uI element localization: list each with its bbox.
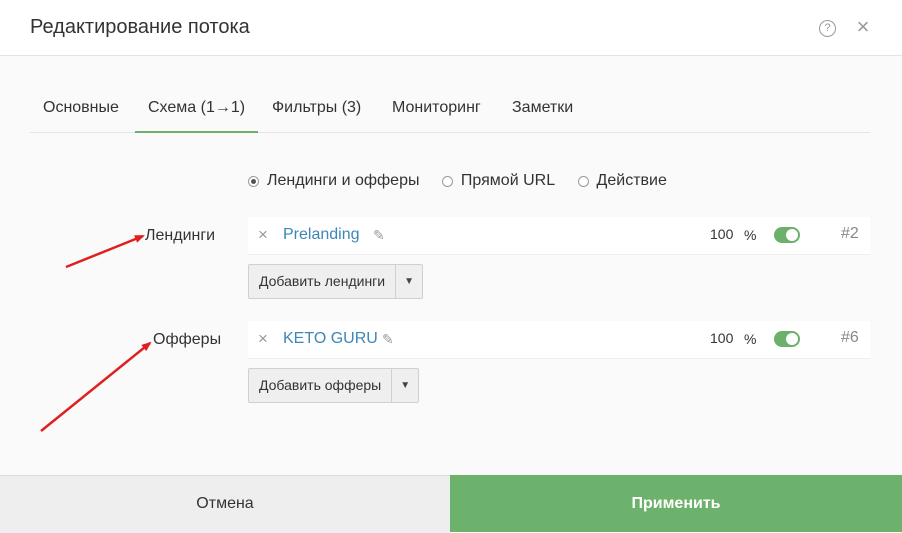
cancel-button[interactable]: Отмена xyxy=(0,475,450,533)
arrow-to-landings xyxy=(65,234,145,269)
annotation-arrows xyxy=(40,234,152,432)
apply-button[interactable]: Применить xyxy=(450,475,902,532)
arrow-to-offers xyxy=(40,341,152,432)
